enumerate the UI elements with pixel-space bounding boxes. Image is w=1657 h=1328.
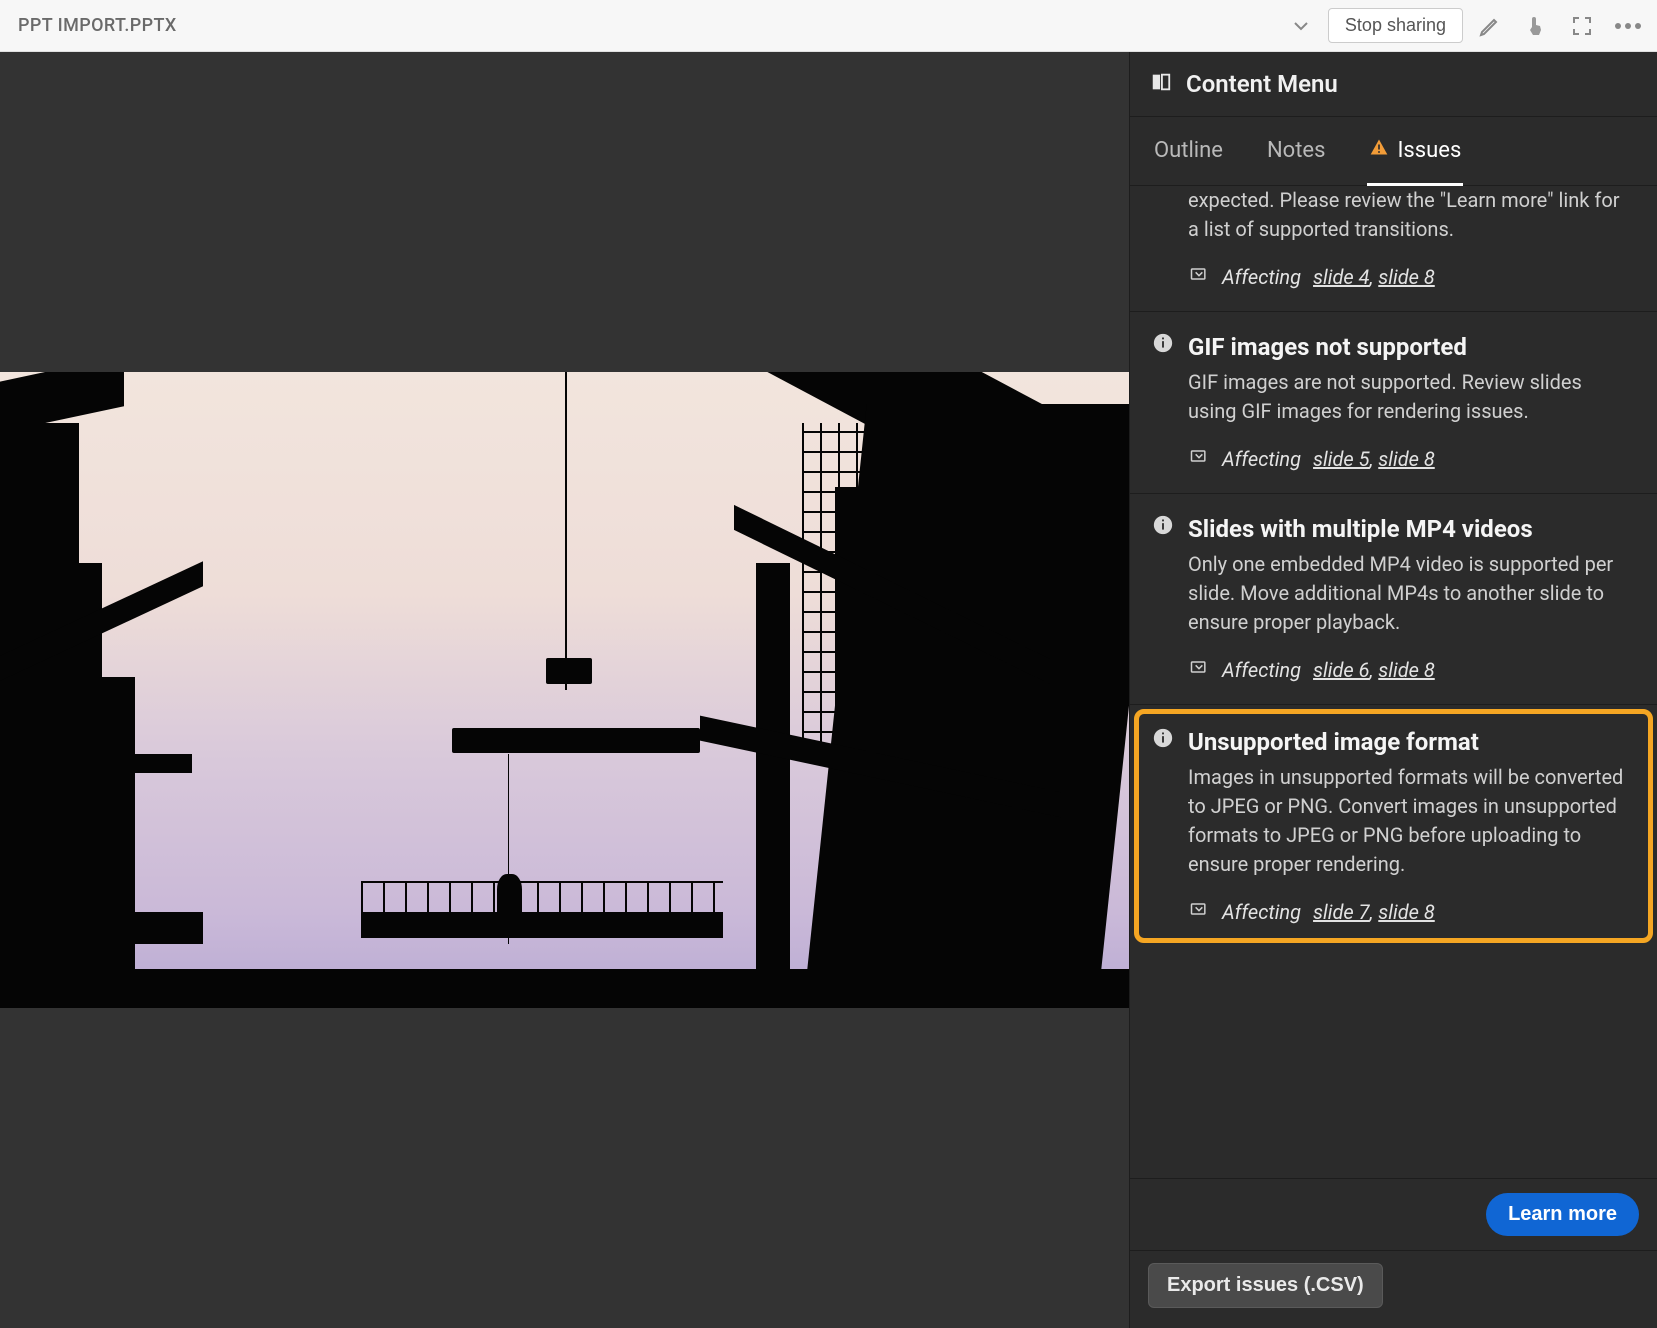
warning-icon — [1369, 137, 1389, 163]
slide-stage — [0, 52, 1129, 1328]
content-panel: Content Menu Outline Notes Issues expect… — [1129, 52, 1657, 1328]
panel-tabs: Outline Notes Issues — [1130, 117, 1657, 186]
issue-title: GIF images not supported — [1188, 332, 1467, 362]
fullscreen-icon[interactable] — [1563, 7, 1601, 45]
info-icon — [1152, 332, 1174, 358]
slide-link[interactable]: slide 7 — [1313, 900, 1369, 924]
issue-description: Images in unsupported formats will be co… — [1188, 763, 1635, 879]
issue-affecting: Affecting slide 7, slide 8 — [1188, 899, 1635, 924]
pen-icon[interactable] — [1471, 7, 1509, 45]
affecting-slides: slide 7, slide 8 — [1313, 900, 1435, 924]
issue-item: GIF images not supported GIF images are … — [1130, 312, 1657, 494]
panel-title: Content Menu — [1186, 70, 1338, 98]
tab-outline[interactable]: Outline — [1152, 117, 1225, 186]
slide-link[interactable]: slide 8 — [1378, 900, 1434, 924]
tab-issues-label: Issues — [1397, 138, 1461, 163]
tab-issues[interactable]: Issues — [1367, 117, 1463, 186]
issue-item-highlighted: Unsupported image format Images in unsup… — [1134, 709, 1653, 943]
info-icon — [1152, 727, 1174, 753]
tab-notes[interactable]: Notes — [1265, 117, 1327, 186]
affecting-label: Affecting — [1222, 447, 1301, 471]
issue-affecting: Affecting slide 6, slide 8 — [1188, 657, 1635, 682]
more-menu-icon[interactable] — [1609, 7, 1647, 45]
affecting-slides: slide 6, slide 8 — [1313, 658, 1435, 682]
stop-sharing-button[interactable]: Stop sharing — [1328, 8, 1463, 43]
slide-link[interactable]: slide 8 — [1378, 447, 1434, 471]
issue-item: expected. Please review the "Learn more"… — [1130, 186, 1657, 312]
slides-icon — [1188, 657, 1210, 682]
issue-affecting: Affecting slide 5, slide 8 — [1188, 446, 1635, 471]
file-title: PPT IMPORT.PPTX — [18, 15, 1274, 36]
issue-item: Slides with multiple MP4 videos Only one… — [1130, 494, 1657, 705]
info-icon — [1152, 514, 1174, 540]
slide-link[interactable]: slide 4 — [1313, 265, 1369, 289]
affecting-label: Affecting — [1222, 658, 1301, 682]
issue-title: Unsupported image format — [1188, 727, 1479, 757]
issue-description: GIF images are not supported. Review sli… — [1188, 368, 1635, 426]
issue-title: Slides with multiple MP4 videos — [1188, 514, 1533, 544]
slide-preview-image — [0, 372, 1129, 1007]
chevron-down-icon[interactable] — [1282, 7, 1320, 45]
issue-affecting: Affecting slide 4, slide 8 — [1188, 264, 1635, 289]
slides-icon — [1188, 446, 1210, 471]
export-row: Export issues (.CSV) — [1130, 1250, 1657, 1328]
affecting-slides: slide 4, slide 8 — [1313, 265, 1435, 289]
slide-link[interactable]: slide 8 — [1378, 265, 1434, 289]
slide-link[interactable]: slide 8 — [1378, 658, 1434, 682]
slides-icon — [1188, 899, 1210, 924]
affecting-label: Affecting — [1222, 265, 1301, 289]
slide-link[interactable]: slide 5 — [1313, 447, 1369, 471]
affecting-slides: slide 5, slide 8 — [1313, 447, 1435, 471]
main: Content Menu Outline Notes Issues expect… — [0, 52, 1657, 1328]
affecting-label: Affecting — [1222, 900, 1301, 924]
panel-header: Content Menu — [1130, 52, 1657, 117]
learn-more-button[interactable]: Learn more — [1486, 1193, 1639, 1236]
panel-layout-icon — [1150, 71, 1172, 97]
topbar: PPT IMPORT.PPTX Stop sharing — [0, 0, 1657, 52]
slides-icon — [1188, 264, 1210, 289]
issue-description: expected. Please review the "Learn more"… — [1188, 186, 1635, 244]
export-issues-button[interactable]: Export issues (.CSV) — [1148, 1263, 1383, 1308]
issue-description: Only one embedded MP4 video is supported… — [1188, 550, 1635, 637]
issues-list[interactable]: expected. Please review the "Learn more"… — [1130, 186, 1657, 1178]
slide-link[interactable]: slide 6 — [1313, 658, 1369, 682]
pointer-hand-icon[interactable] — [1517, 7, 1555, 45]
panel-footer: Learn more — [1130, 1178, 1657, 1250]
